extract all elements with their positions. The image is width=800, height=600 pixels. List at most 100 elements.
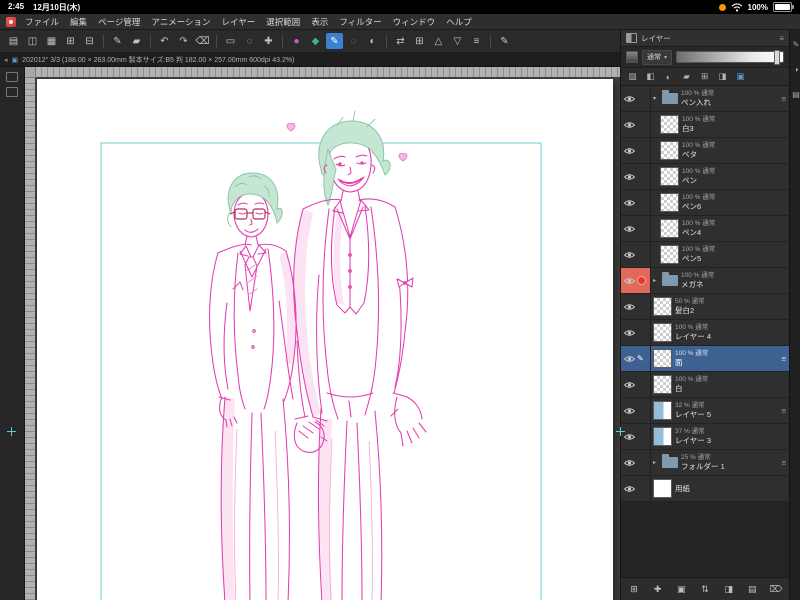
blend-mode-select[interactable]: 通常 ▾ xyxy=(642,49,673,65)
menu-item-8[interactable]: ウィンドウ xyxy=(393,16,436,28)
menu-item-0[interactable]: ファイル xyxy=(25,16,59,28)
eye-visibility-icon[interactable] xyxy=(623,454,636,472)
blend-tool-icon[interactable]: ◐ xyxy=(364,33,381,49)
add-page-icon[interactable]: ⊞ xyxy=(62,33,79,49)
layer-row-body[interactable]: 100 % 通常 ペン xyxy=(651,164,789,189)
canvas-tab-title[interactable]: 202012° 3/3 (188.00 × 263.00mm 製本サイズ:B5 … xyxy=(22,55,294,65)
layer-settings-icon[interactable]: ▤ xyxy=(745,584,759,595)
eye-visibility-icon[interactable] xyxy=(623,480,636,498)
layer-row-3[interactable]: 100 % 通常 ペン xyxy=(621,164,789,190)
clip-studio-logo-icon[interactable] xyxy=(6,16,16,27)
menu-item-4[interactable]: レイヤー xyxy=(222,16,256,28)
enable-mask-icon[interactable]: ◐ xyxy=(660,70,677,84)
layer-row-body[interactable]: 37 % 通常 レイヤー 3 xyxy=(651,424,789,449)
menu-item-5[interactable]: 選択範囲 xyxy=(266,16,300,28)
menu-item-3[interactable]: アニメーション xyxy=(151,16,210,28)
expand-arrow-icon[interactable]: ▾ xyxy=(653,95,659,102)
layer-row-0[interactable]: ▾ 100 % 通常 ペン入れ ≡ xyxy=(621,86,789,112)
opacity-slider[interactable] xyxy=(676,50,784,65)
layer-row-body[interactable]: 100 % 通常白 xyxy=(651,372,789,397)
spread-view-icon[interactable]: ◫ xyxy=(24,33,41,49)
expand-arrow-icon[interactable]: ▸ xyxy=(653,459,659,466)
grid-toggle-icon[interactable]: ⊞ xyxy=(411,33,428,49)
snap-special-icon[interactable]: ▽ xyxy=(449,33,466,49)
layer-color-badge[interactable] xyxy=(637,276,646,285)
layer-row-13[interactable]: 37 % 通常 レイヤー 3 xyxy=(621,424,789,450)
palette-dock-icon[interactable] xyxy=(6,87,18,97)
layer-row-9[interactable]: 100 % 通常 レイヤー 4 xyxy=(621,320,789,346)
eye-visibility-icon[interactable] xyxy=(623,272,636,290)
layer-row-14[interactable]: ▸ 25 % 通常 フォルダー 1 ≡ xyxy=(621,450,789,476)
combine-mode-icon[interactable] xyxy=(626,51,638,63)
lock-transparent-pixels-icon[interactable]: ▨ xyxy=(624,70,641,84)
menu-item-2[interactable]: ページ管理 xyxy=(98,16,140,28)
layer-row-body[interactable]: ▸ 25 % 通常 フォルダー 1 xyxy=(651,450,789,475)
layer-row-body[interactable]: ▾ 100 % 通常 ペン入れ xyxy=(651,86,789,111)
layer-handle-icon[interactable]: ≡ xyxy=(781,354,786,363)
layer-row-12[interactable]: 32 % 通常 レイヤー 5 ≡ xyxy=(621,398,789,424)
eye-visibility-icon[interactable] xyxy=(623,142,636,160)
eye-visibility-icon[interactable] xyxy=(623,324,636,342)
eye-visibility-icon[interactable] xyxy=(623,350,636,368)
snap-ruler-icon[interactable]: △ xyxy=(430,33,447,49)
layer-row-body[interactable]: 100 % 通常 ペン4 xyxy=(651,216,789,241)
story-editor-icon[interactable]: ✎ xyxy=(109,33,126,49)
eye-visibility-icon[interactable] xyxy=(623,246,636,264)
canvas-workspace[interactable] xyxy=(35,77,620,600)
delete-page-icon[interactable]: ⊟ xyxy=(81,33,98,49)
flip-view-icon[interactable]: ⇄ xyxy=(392,33,409,49)
clear-icon[interactable]: ⌫ xyxy=(194,33,211,49)
layer-row-body[interactable]: ▸ 100 % 通常 メガネ xyxy=(651,268,789,293)
lock-layer-icon[interactable]: ◧ xyxy=(642,70,659,84)
edge-brush-icon[interactable]: ◑ xyxy=(794,65,799,74)
eye-visibility-icon[interactable] xyxy=(623,376,636,394)
menu-item-6[interactable]: 表示 xyxy=(311,16,328,28)
palette-view-icon[interactable]: ⊞ xyxy=(627,584,641,595)
layer-row-body[interactable]: 100 % 通常 ペン5 xyxy=(651,242,789,267)
gradient-tool-icon[interactable]: ◆ xyxy=(307,33,324,49)
layer-row-body[interactable]: 32 % 通常 レイヤー 5 xyxy=(651,398,789,423)
eye-visibility-icon[interactable] xyxy=(623,90,636,108)
layer-row-1[interactable]: 100 % 通常 白3 xyxy=(621,112,789,138)
canvas-page[interactable] xyxy=(37,79,613,600)
layer-row-11[interactable]: 100 % 通常白 xyxy=(621,372,789,398)
command-menu-icon[interactable]: ≡ xyxy=(468,33,485,49)
fill-tool-icon[interactable]: ● xyxy=(288,33,305,49)
eye-visibility-icon[interactable] xyxy=(623,116,636,134)
menu-item-1[interactable]: 編集 xyxy=(70,16,87,28)
clip-at-layer-below-icon[interactable]: ◨ xyxy=(714,70,731,84)
layer-row-2[interactable]: 100 % 通常 ベタ xyxy=(621,138,789,164)
eye-visibility-icon[interactable] xyxy=(623,402,636,420)
reference-layer-icon[interactable]: ⊞ xyxy=(696,70,713,84)
collapse-arrow-icon[interactable]: ◂ xyxy=(4,56,8,64)
layer-palette-color-icon[interactable]: ▣ xyxy=(732,70,749,84)
frame-border-icon[interactable]: ▰ xyxy=(128,33,145,49)
eye-visibility-icon[interactable] xyxy=(623,168,636,186)
eye-visibility-icon[interactable] xyxy=(623,428,636,446)
delete-layer-icon[interactable]: ⌦ xyxy=(769,584,783,595)
layer-row-15[interactable]: 用紙 xyxy=(621,476,789,502)
layer-row-body[interactable]: 用紙 xyxy=(651,476,789,501)
quick-access-icon[interactable]: ✎ xyxy=(496,33,513,49)
palette-dock-icon[interactable] xyxy=(6,72,18,82)
undo-icon[interactable]: ↶ xyxy=(156,33,173,49)
move-tool-icon[interactable]: ✚ xyxy=(260,33,277,49)
change-order-icon[interactable]: ⇅ xyxy=(698,584,712,595)
layer-row-10[interactable]: ✎ 100 % 通常面 ≡ xyxy=(621,346,789,372)
page-manager-icon[interactable]: ▦ xyxy=(43,33,60,49)
layer-row-4[interactable]: 100 % 通常 ペン6 xyxy=(621,190,789,216)
palette-menu-icon[interactable]: ≡ xyxy=(779,34,784,43)
new-folder-icon[interactable]: ▣ xyxy=(674,584,688,595)
menu-item-9[interactable]: ヘルプ xyxy=(446,16,472,28)
layer-row-body[interactable]: 100 % 通常 白3 xyxy=(651,112,789,137)
layer-row-6[interactable]: 100 % 通常 ペン5 xyxy=(621,242,789,268)
layer-row-body[interactable]: 100 % 通常面 xyxy=(651,346,789,371)
new-layer-icon[interactable]: ✚ xyxy=(651,584,665,595)
lasso-select-icon[interactable]: ◌ xyxy=(241,33,258,49)
layer-handle-icon[interactable]: ≡ xyxy=(781,458,786,467)
eye-visibility-icon[interactable] xyxy=(623,194,636,212)
layer-row-body[interactable]: 100 % 通常 レイヤー 4 xyxy=(651,320,789,345)
layer-row-body[interactable]: 100 % 通常 ベタ xyxy=(651,138,789,163)
layer-row-5[interactable]: 100 % 通常 ペン4 xyxy=(621,216,789,242)
eye-visibility-icon[interactable] xyxy=(623,298,636,316)
